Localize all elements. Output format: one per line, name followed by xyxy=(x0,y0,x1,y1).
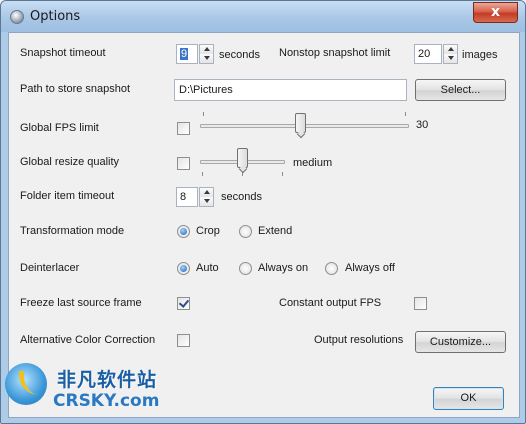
radio-extend[interactable] xyxy=(239,225,252,238)
snapshot-timeout-spinner[interactable] xyxy=(199,44,214,64)
freeze-last-label: Freeze last source frame xyxy=(20,297,142,309)
watermark-english: CRSKY.com xyxy=(53,391,160,411)
radio-extend-label[interactable]: Extend xyxy=(258,225,292,237)
radio-always-off-label[interactable]: Always off xyxy=(345,262,395,274)
snapshot-timeout-label: Snapshot timeout xyxy=(20,47,106,59)
radio-auto-label[interactable]: Auto xyxy=(196,262,219,274)
radio-crop[interactable] xyxy=(177,225,190,238)
options-window: Options x Snapshot timeout 9 seconds Non… xyxy=(0,0,526,424)
radio-always-on-label[interactable]: Always on xyxy=(258,262,308,274)
path-label: Path to store snapshot xyxy=(20,83,131,95)
folder-timeout-spinner[interactable] xyxy=(199,187,214,207)
customize-button[interactable]: Customize... xyxy=(415,331,506,353)
deinterlacer-label: Deinterlacer xyxy=(20,262,80,274)
fps-limit-checkbox[interactable] xyxy=(177,122,190,135)
constant-fps-label: Constant output FPS xyxy=(279,297,382,309)
snapshot-timeout-unit: seconds xyxy=(219,49,260,61)
fps-limit-label: Global FPS limit xyxy=(20,122,99,134)
spin-down-icon[interactable] xyxy=(200,197,213,206)
radio-always-off[interactable] xyxy=(325,262,338,275)
spin-down-icon[interactable] xyxy=(444,54,457,63)
spin-down-icon[interactable] xyxy=(200,54,213,63)
resize-quality-checkbox[interactable] xyxy=(177,157,190,170)
app-icon xyxy=(10,10,24,24)
alt-color-checkbox[interactable] xyxy=(177,334,190,347)
close-button[interactable]: x xyxy=(473,2,518,23)
snapshot-timeout-input[interactable]: 9 xyxy=(176,44,198,64)
watermark-chinese: 非凡软件站 xyxy=(57,369,158,391)
nonstop-limit-label: Nonstop snapshot limit xyxy=(279,47,391,59)
alt-color-label: Alternative Color Correction xyxy=(20,334,156,346)
path-input[interactable]: D:\Pictures xyxy=(174,79,407,101)
nonstop-limit-unit: images xyxy=(462,49,498,61)
nonstop-limit-input[interactable]: 20 xyxy=(414,44,442,64)
radio-auto[interactable] xyxy=(177,262,190,275)
resize-quality-label: Global resize quality xyxy=(20,156,120,168)
watermark-logo: 非凡软件站 CRSKY.com xyxy=(1,359,176,423)
nonstop-limit-spinner[interactable] xyxy=(443,44,458,64)
select-path-button[interactable]: Select... xyxy=(415,79,506,101)
fps-slider-thumb[interactable] xyxy=(295,113,306,133)
resize-slider-thumb[interactable] xyxy=(237,148,248,168)
transformation-label: Transformation mode xyxy=(20,225,125,237)
fps-limit-value: 30 xyxy=(416,119,429,131)
ok-button[interactable]: OK xyxy=(433,387,504,410)
radio-always-on[interactable] xyxy=(239,262,252,275)
constant-fps-checkbox[interactable] xyxy=(414,297,427,310)
title-bar[interactable]: Options x xyxy=(1,1,525,32)
crsky-logo-icon xyxy=(5,363,47,405)
radio-crop-label[interactable]: Crop xyxy=(196,225,220,237)
folder-timeout-input[interactable]: 8 xyxy=(176,187,198,207)
freeze-last-checkbox[interactable] xyxy=(177,297,190,310)
folder-timeout-label: Folder item timeout xyxy=(20,190,115,202)
resize-quality-value: medium xyxy=(293,157,333,169)
folder-timeout-unit: seconds xyxy=(221,191,262,203)
window-title: Options xyxy=(30,9,81,24)
output-res-label: Output resolutions xyxy=(314,334,404,346)
